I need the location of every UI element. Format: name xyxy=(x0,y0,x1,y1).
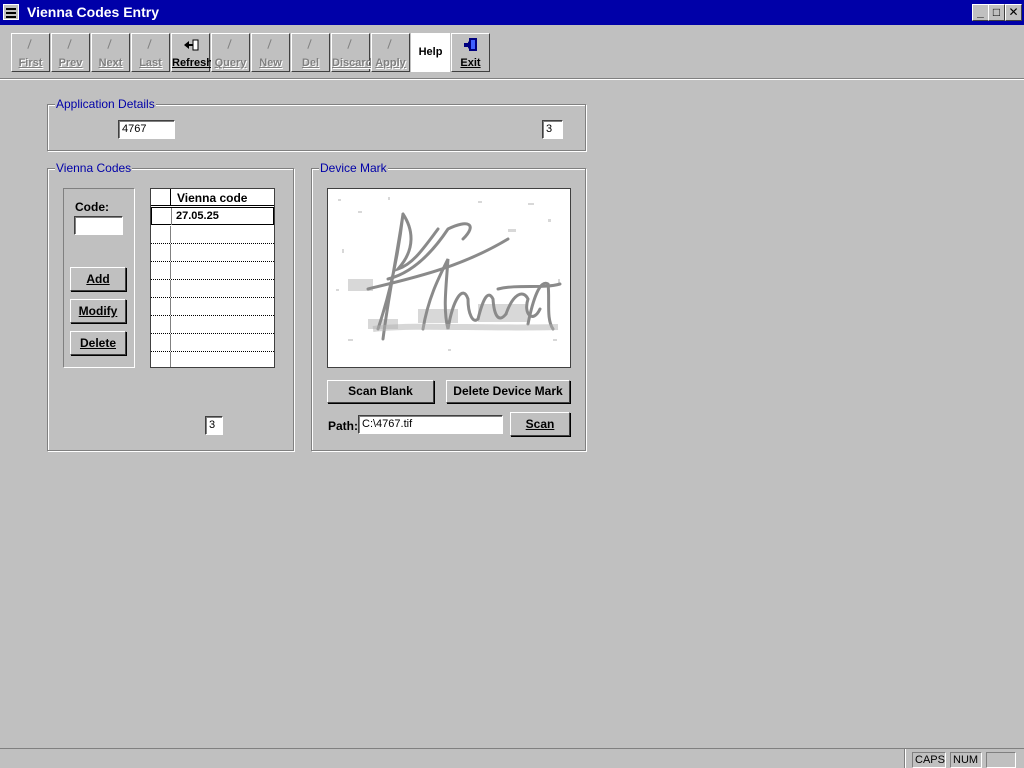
first-button[interactable]: First xyxy=(11,33,50,72)
scan-blank-button[interactable]: Scan Blank xyxy=(327,380,434,403)
system-menu-icon[interactable] xyxy=(3,4,19,20)
help-button[interactable]: Help xyxy=(411,33,450,72)
new-button[interactable]: New xyxy=(251,33,290,72)
delete-code-button[interactable]: Delete xyxy=(70,331,126,355)
next-record-icon xyxy=(103,37,119,53)
previous-record-icon xyxy=(63,37,79,53)
add-code-button[interactable]: Add xyxy=(70,267,126,291)
table-row[interactable] xyxy=(151,298,274,316)
discard-button[interactable]: Discard xyxy=(331,33,372,72)
code-label: Code: xyxy=(75,200,109,214)
refresh-icon xyxy=(183,37,199,53)
status-panel-extra xyxy=(986,752,1016,768)
table-row[interactable]: 27.05.25 xyxy=(151,207,274,225)
exit-door-icon xyxy=(463,37,479,53)
toolbar: First Prev Next Last Refresh Query New D… xyxy=(0,25,1024,80)
vienna-code-column-header: Vienna code xyxy=(177,191,248,205)
table-row[interactable] xyxy=(151,334,274,352)
vienna-code-count-field[interactable]: 3 xyxy=(205,416,223,435)
new-record-icon xyxy=(263,37,279,53)
prev-button[interactable]: Prev xyxy=(51,33,90,72)
delete-record-icon xyxy=(303,37,319,53)
delete-record-button[interactable]: Del xyxy=(291,33,330,72)
table-row[interactable] xyxy=(151,352,274,367)
next-button[interactable]: Next xyxy=(91,33,130,72)
path-input[interactable]: C:\4767.tif xyxy=(358,415,503,434)
application-number-field[interactable]: 4767 xyxy=(118,120,175,139)
device-mark-image xyxy=(327,188,571,368)
apply-button[interactable]: Apply xyxy=(371,33,410,72)
code-input[interactable] xyxy=(74,216,123,235)
table-row[interactable] xyxy=(151,262,274,280)
close-button[interactable]: ✕ xyxy=(1005,4,1022,21)
apply-icon xyxy=(383,37,399,53)
exit-button[interactable]: Exit xyxy=(451,33,490,72)
discard-icon xyxy=(343,37,359,53)
table-row[interactable] xyxy=(151,316,274,334)
table-row[interactable] xyxy=(151,244,274,262)
last-button[interactable]: Last xyxy=(131,33,170,72)
table-row[interactable] xyxy=(151,280,274,298)
scan-button[interactable]: Scan xyxy=(510,412,570,436)
modify-code-button[interactable]: Modify xyxy=(70,299,126,323)
minimize-button[interactable]: _ xyxy=(972,4,989,21)
status-bar: CAPS NUM xyxy=(0,748,1024,768)
path-label: Path: xyxy=(328,419,358,433)
caps-indicator: CAPS xyxy=(912,752,946,768)
query-button[interactable]: Query xyxy=(211,33,250,72)
vienna-code-grid[interactable]: Vienna code 27.05.25 xyxy=(150,188,275,368)
application-details-legend: Application Details xyxy=(55,97,156,111)
first-record-icon xyxy=(23,37,39,53)
device-mark-legend: Device Mark xyxy=(319,161,388,175)
delete-device-mark-button[interactable]: Delete Device Mark xyxy=(446,380,570,403)
window-title: Vienna Codes Entry xyxy=(27,4,160,20)
title-bar: Vienna Codes Entry _ □ ✕ xyxy=(0,0,1024,25)
last-record-icon xyxy=(143,37,159,53)
grid-header: Vienna code xyxy=(151,189,274,206)
vienna-codes-legend: Vienna Codes xyxy=(55,161,133,175)
refresh-button[interactable]: Refresh xyxy=(171,33,213,72)
application-count-field[interactable]: 3 xyxy=(542,120,563,139)
table-row[interactable] xyxy=(151,226,274,244)
num-indicator: NUM xyxy=(950,752,982,768)
query-icon xyxy=(223,37,239,53)
maximize-button[interactable]: □ xyxy=(988,4,1005,21)
